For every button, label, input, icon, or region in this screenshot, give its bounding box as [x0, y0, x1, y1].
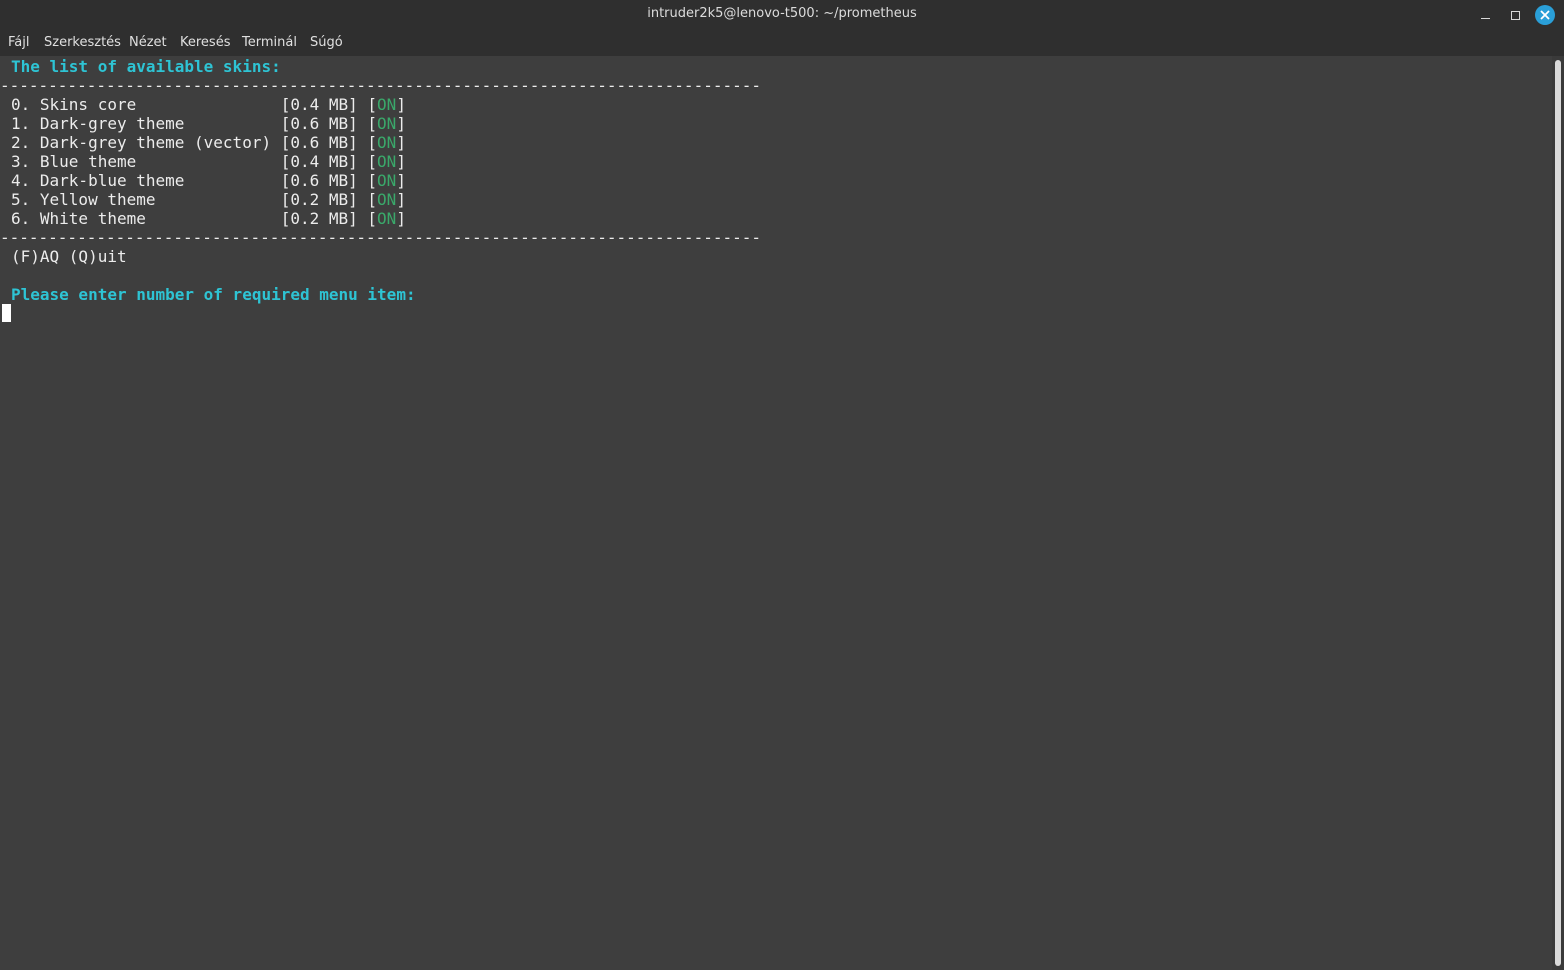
- skin-label: 3. Blue theme [0.4 MB] [: [11, 152, 378, 171]
- bracket-close: ]: [396, 95, 406, 114]
- skin-label: 6. White theme [0.2 MB] [: [11, 209, 378, 228]
- skin-label: 4. Dark-blue theme [0.6 MB] [: [11, 171, 378, 190]
- scrollbar-thumb[interactable]: [1555, 60, 1561, 966]
- menu-view[interactable]: Nézet: [129, 35, 167, 50]
- status-on: ON: [377, 152, 397, 171]
- maximize-button[interactable]: [1505, 5, 1525, 25]
- skin-item-5: 5. Yellow theme [0.2 MB] [ON]: [11, 190, 406, 209]
- separator-bottom: ----------------------------------------…: [0, 228, 761, 247]
- bracket-close: ]: [396, 190, 406, 209]
- terminal-output[interactable]: The list of available skins: -----------…: [0, 56, 1552, 970]
- status-on: ON: [377, 95, 397, 114]
- skin-label: 1. Dark-grey theme [0.6 MB] [: [11, 114, 378, 133]
- maximize-icon: [1510, 10, 1520, 20]
- menu-bar: Fájl Szerkesztés Nézet Keresés Terminál …: [0, 30, 1564, 56]
- skin-item-6: 6. White theme [0.2 MB] [ON]: [11, 209, 406, 228]
- bracket-close: ]: [396, 133, 406, 152]
- status-on: ON: [377, 114, 397, 133]
- text-cursor[interactable]: [2, 304, 11, 322]
- status-on: ON: [377, 171, 397, 190]
- menu-file[interactable]: Fájl: [8, 35, 29, 50]
- window-title: intruder2k5@lenovo-t500: ~/prometheus: [647, 6, 917, 21]
- skins-heading: The list of available skins:: [11, 57, 281, 76]
- minimize-icon: [1480, 12, 1490, 19]
- separator-top: ----------------------------------------…: [0, 76, 761, 95]
- menu-terminal[interactable]: Terminál: [242, 35, 297, 50]
- menu-help[interactable]: Súgó: [310, 35, 343, 50]
- menu-edit[interactable]: Szerkesztés: [44, 35, 121, 50]
- options-line: (F)AQ (Q)uit: [11, 247, 127, 266]
- bracket-close: ]: [396, 152, 406, 171]
- skin-item-3: 3. Blue theme [0.4 MB] [ON]: [11, 152, 406, 171]
- menu-search[interactable]: Keresés: [180, 35, 230, 50]
- title-bar[interactable]: intruder2k5@lenovo-t500: ~/prometheus: [0, 0, 1564, 30]
- input-prompt: Please enter number of required menu ite…: [11, 285, 416, 304]
- skin-label: 5. Yellow theme [0.2 MB] [: [11, 190, 378, 209]
- close-button[interactable]: [1535, 5, 1555, 25]
- status-on: ON: [377, 190, 397, 209]
- skin-item-2: 2. Dark-grey theme (vector) [0.6 MB] [ON…: [11, 133, 406, 152]
- minimize-button[interactable]: [1475, 5, 1495, 25]
- status-on: ON: [377, 209, 397, 228]
- skin-item-0: 0. Skins core [0.4 MB] [ON]: [11, 95, 406, 114]
- vertical-scrollbar[interactable]: [1552, 56, 1564, 970]
- status-on: ON: [377, 133, 397, 152]
- skin-item-1: 1. Dark-grey theme [0.6 MB] [ON]: [11, 114, 406, 133]
- skin-label: 2. Dark-grey theme (vector) [0.6 MB] [: [11, 133, 378, 152]
- bracket-close: ]: [396, 209, 406, 228]
- terminal-window: intruder2k5@lenovo-t500: ~/prometheus Fá…: [0, 0, 1564, 970]
- skin-item-4: 4. Dark-blue theme [0.6 MB] [ON]: [11, 171, 406, 190]
- skin-label: 0. Skins core [0.4 MB] [: [11, 95, 378, 114]
- close-icon: [1540, 10, 1550, 20]
- bracket-close: ]: [396, 171, 406, 190]
- bracket-close: ]: [396, 114, 406, 133]
